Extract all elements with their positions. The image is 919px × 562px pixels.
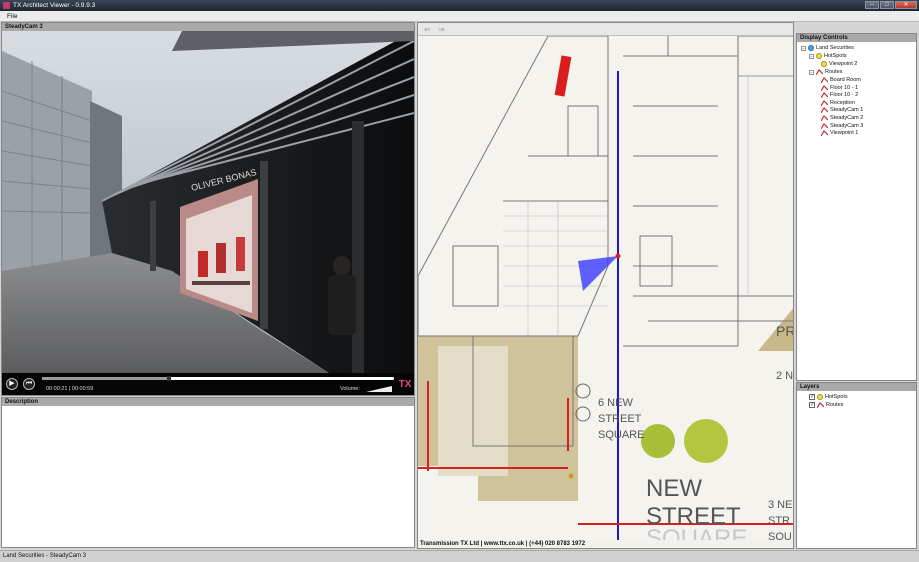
layers-panel: Layers ✓ HotSpots ✓ Routes [796,382,917,549]
tree-label: SteadyCam 1 [830,107,864,114]
app-icon [3,2,10,9]
video-panel: SteadyCam 3 OLIVER BONAS ▶ ⏮ 00:00:21 | … [1,22,415,396]
maximize-button[interactable]: □ [880,1,894,9]
tx-logo: TX [398,379,412,390]
street-scene-image: OLIVER BONAS [2,31,414,375]
window-buttons: – □ ✕ [865,1,917,9]
layer-hotspots[interactable]: ✓ HotSpots [809,394,848,400]
back-arrow-icon[interactable]: ⇐ [424,25,431,34]
video-controls: ▶ ⏮ 00:00:21 | 00:00:59 Volume: TX [2,373,414,395]
route-icon [821,99,828,106]
collapse-toggle-icon[interactable]: − [809,69,814,75]
collapse-toggle-icon[interactable]: − [801,45,806,51]
title-bar: TX Architect Viewer - 0.9.9.3 – □ ✕ [0,0,919,11]
tree-label: HotSpots [824,53,847,59]
tree-node-routes[interactable]: − Routes [809,69,842,75]
route-icon [821,130,828,137]
tree-label: SteadyCam 2 [830,115,864,121]
tree-item-route[interactable]: Reception [821,100,855,106]
play-button[interactable]: ▶ [6,378,18,390]
layer-routes[interactable]: ✓ Routes [809,402,843,408]
tree-node-hotspots[interactable]: − HotSpots [809,53,847,59]
route-icon [821,122,828,129]
restart-button[interactable]: ⏮ [23,378,35,390]
status-bar: Land Securities - SteadyCam 3 [0,550,919,562]
volume-label: Volume: [340,386,360,392]
tree-label: Viewpoint 1 [830,130,859,137]
tree-item-route[interactable]: Floor 10 - 1 [821,85,858,91]
label-two-n: 2 N [776,370,793,382]
map-toolbar: ⇐ ⇒ [418,23,793,36]
label-three-ne: 3 NE [768,499,792,511]
tree-item-route[interactable]: Viewpoint 1 [821,130,859,137]
route-icon [821,84,828,91]
menu-file[interactable]: File [7,13,17,20]
description-header: Description [2,398,414,406]
seek-knob[interactable] [166,376,171,381]
label-new-big: NEW [646,475,702,502]
display-controls-header: Display Controls [797,34,916,42]
layer-label: Routes [826,402,844,408]
tree-item-route[interactable]: SteadyCam 1 [821,107,864,114]
route-icon [816,69,823,75]
label-str: STR [768,515,790,527]
collapse-toggle-icon[interactable]: − [809,53,814,59]
tree-label: Floor 10 - 1 [830,84,859,91]
label-square-big: SQUARE [646,525,747,541]
tree-label: Land Securities [816,45,854,51]
route-icon [821,115,828,121]
tree-label: Reception [830,99,855,106]
seek-fill [42,377,169,380]
map-panel[interactable]: ⇐ ⇒ 6 NEW STREET SQUARE NEW STREET SQUAR… [417,22,794,549]
layer-checkbox[interactable]: ✓ [809,394,815,400]
hotspot-icon [817,394,823,400]
window-title: TX Architect Viewer - 0.9.9.3 [13,2,96,9]
hotspot-icon [821,61,827,67]
display-controls-panel: Display Controls − Land Securities − Hot… [796,33,917,381]
close-button[interactable]: ✕ [895,1,917,9]
tree-label: Floor 10 - 2 [830,92,859,99]
video-panel-header: SteadyCam 3 [2,23,414,31]
layer-checkbox[interactable]: ✓ [809,402,815,408]
route-icon [817,402,824,408]
layer-label: HotSpots [825,394,848,400]
tree-label: Routes [825,69,843,75]
tree-label: Viewpoint 2 [829,61,858,67]
tree-item-route[interactable]: Board Room [821,77,861,83]
floor-plan-map: 6 NEW STREET SQUARE NEW STREET SQUARE 3 … [418,36,794,541]
timecode: 00:00:21 | 00:00:59 [46,386,94,392]
route-icon [821,107,828,114]
tree-item-route[interactable]: Floor 10 - 2 [821,92,859,99]
map-footer: Transmission TX Ltd | www.ttx.co.uk | (+… [418,540,793,548]
layers-header: Layers [797,383,916,391]
seek-bar[interactable] [42,376,394,381]
tree-label: SteadyCam 3 [830,122,864,129]
tree-item-route[interactable]: SteadyCam 3 [821,123,863,129]
forward-arrow-icon[interactable]: ⇒ [438,25,445,34]
volume-slider[interactable] [366,386,392,392]
label-pr: PR [776,323,794,339]
tree-item-route[interactable]: SteadyCam 2 [821,115,863,121]
tree-item-viewpoint-2[interactable]: Viewpoint 2 [821,61,857,67]
globe-icon [808,45,814,51]
tree-label: Board Room [830,77,861,83]
label-six-new: 6 NEW [598,397,633,409]
video-frame[interactable]: OLIVER BONAS [2,31,414,397]
hotspot-icon [816,53,822,59]
description-panel: Description [1,397,415,548]
label-square: SQUARE [598,429,644,441]
route-icon [821,77,828,83]
label-street: STREET [598,413,642,425]
menu-bar: File [0,11,919,22]
tree-root-land-securities[interactable]: − Land Securities [801,45,854,51]
minimize-button[interactable]: – [865,1,879,9]
route-icon [821,92,828,99]
